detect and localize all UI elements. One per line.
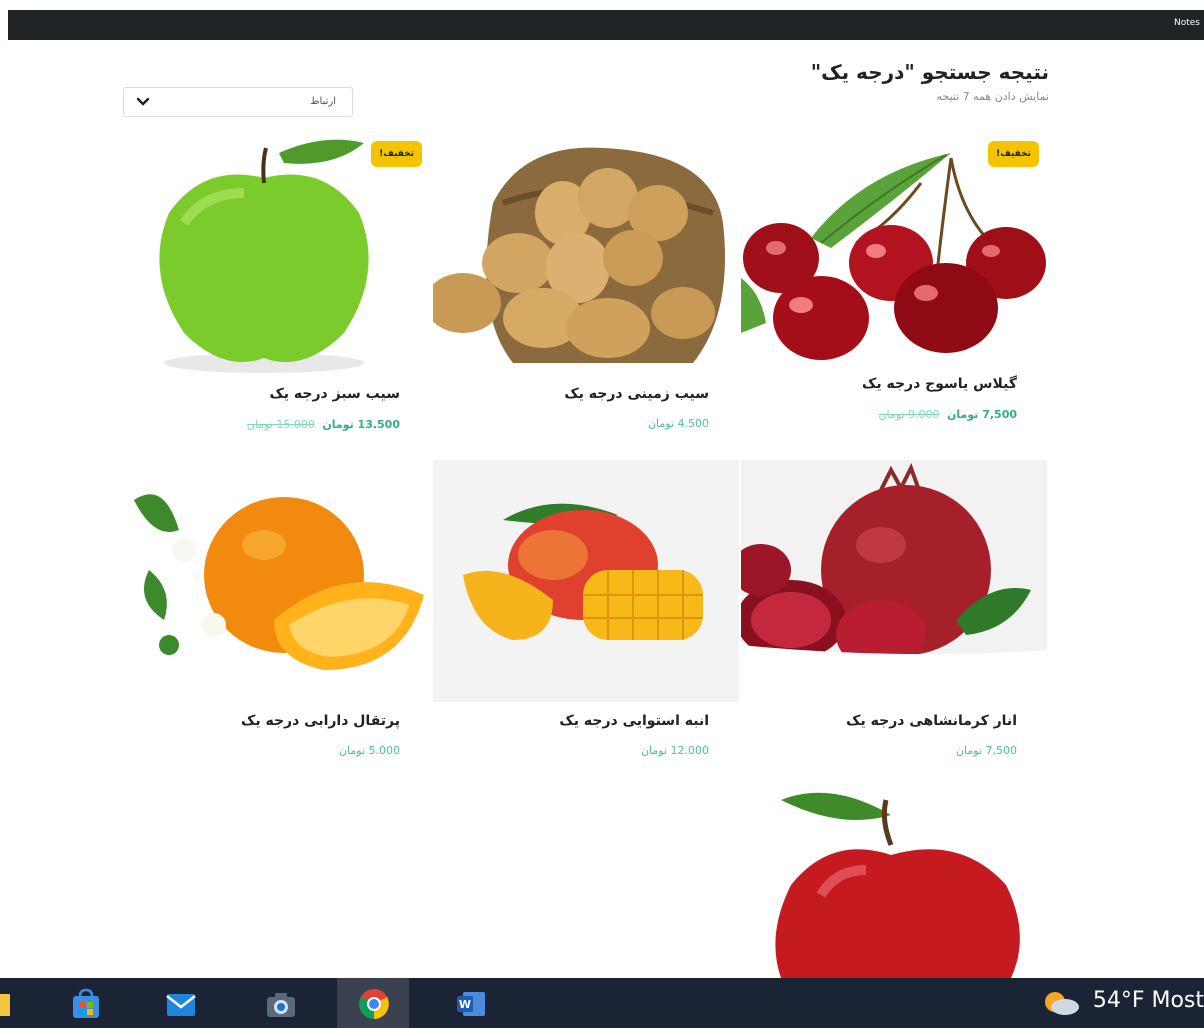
original-price: 9.000 تومان — [878, 408, 940, 421]
product-card-pomegranate[interactable]: انار کرمانشاهی درجه یک 7,500 تومان — [741, 460, 1047, 783]
original-price: 15.000 تومان — [246, 418, 315, 431]
mango-image — [433, 460, 739, 702]
red-apple-image — [741, 785, 1047, 978]
product-price: 12.000 تومان — [641, 744, 709, 757]
product-price: 13.500 تومان 15.000 تومان — [247, 418, 400, 431]
sale-price: 7,500 تومان — [947, 408, 1017, 421]
store-icon[interactable] — [70, 988, 102, 1020]
product-name[interactable]: سیب زمینی درجه یک — [564, 386, 709, 402]
weather-widget[interactable]: 54°F Most — [1044, 988, 1204, 1015]
chrome-icon[interactable] — [358, 988, 390, 1020]
sale-price: 13.500 تومان — [322, 418, 400, 431]
folder-icon[interactable] — [0, 988, 26, 1020]
price-value: 4.500 تومان — [647, 417, 709, 430]
orange-image — [124, 460, 430, 702]
product-price: 7,500 تومان 9.000 تومان — [878, 408, 1017, 421]
price-value: 12.000 تومان — [640, 744, 709, 757]
search-results-heading: نتیجه جستجو "درجه یک" نمایش دادن همه 7 ن… — [811, 60, 1049, 103]
green-apple-image — [124, 133, 430, 375]
product-card-red-apple[interactable] — [741, 785, 1047, 978]
taskbar: W 54°F Most — [0, 978, 1204, 1028]
weather-text: 54°F Most — [1092, 988, 1204, 1013]
product-name[interactable]: انار کرمانشاهی درجه یک — [846, 713, 1017, 729]
discount-badge: تخفیف! — [371, 141, 422, 167]
word-icon[interactable]: W — [455, 988, 487, 1020]
mail-icon[interactable] — [165, 988, 197, 1020]
product-name[interactable]: انبه استوایی درجه یک — [559, 713, 709, 729]
camera-icon[interactable] — [265, 988, 297, 1020]
product-price: 4.500 تومان — [648, 417, 709, 430]
cherry-image — [741, 133, 1047, 375]
page-title: نتیجه جستجو "درجه یک" — [810, 60, 1049, 84]
discount-badge: تخفیف! — [988, 141, 1039, 167]
product-price: 5.000 تومان — [339, 744, 400, 757]
product-name[interactable]: سیب سبز درجه یک — [269, 386, 400, 402]
svg-text:W: W — [459, 998, 471, 1011]
sort-select[interactable]: ارتباط — [123, 87, 353, 117]
product-card-green-apple[interactable]: تخفیف! سیب سبز درجه یک 13.500 تومان 15.0… — [124, 133, 430, 456]
chevron-down-icon — [136, 97, 150, 106]
product-price: 7,500 تومان — [956, 744, 1017, 757]
notes-label[interactable]: Notes — [1174, 18, 1200, 28]
product-card-potato[interactable]: سیب زمینی درجه یک 4.500 تومان — [433, 133, 739, 456]
product-name[interactable]: پرتقال دارابی درجه یک — [241, 713, 400, 729]
product-card-mango[interactable]: انبه استوایی درجه یک 12.000 تومان — [433, 460, 739, 783]
sort-selected-value: ارتباط — [310, 96, 336, 107]
product-card-orange[interactable]: پرتقال دارابی درجه یک 5.000 تومان — [124, 460, 430, 783]
product-card-cherry[interactable]: تخفیف! گیلاس یاسوج درجه یک 7,500 تومان 9… — [741, 133, 1047, 456]
pomegranate-image — [741, 460, 1047, 702]
price-value: 5.000 تومان — [338, 744, 400, 757]
price-value: 7,500 تومان — [955, 744, 1017, 757]
potato-image — [433, 133, 739, 375]
product-name[interactable]: گیلاس یاسوج درجه یک — [862, 376, 1017, 392]
weather-icon — [1044, 992, 1079, 1015]
results-count: نمایش دادن همه 7 نتیجه — [936, 90, 1049, 103]
top-bar: Notes — [8, 10, 1204, 40]
